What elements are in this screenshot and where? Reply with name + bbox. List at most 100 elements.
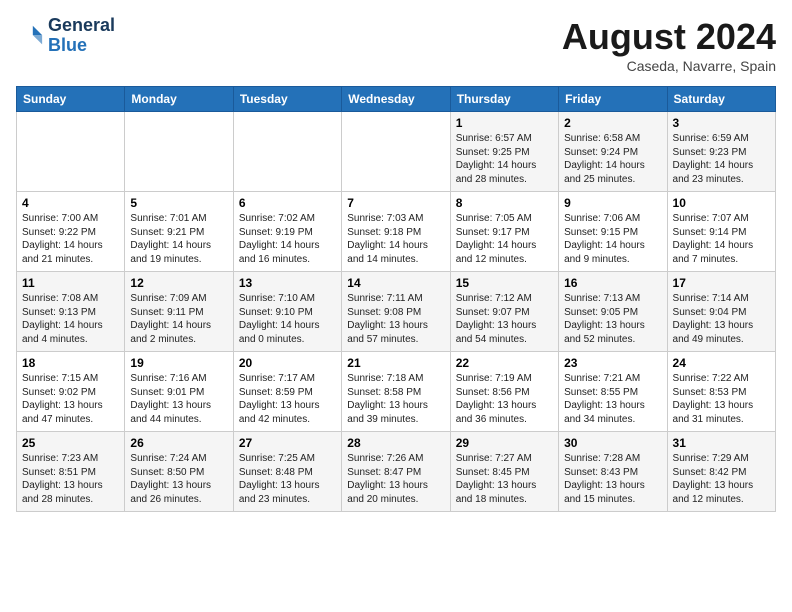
day-number: 9	[564, 196, 661, 210]
day-cell: 4 Sunrise: 7:00 AM Sunset: 9:22 PM Daylig…	[17, 192, 125, 272]
day-cell: 28 Sunrise: 7:26 AM Sunset: 8:47 PM Dayli…	[342, 432, 450, 512]
day-number: 23	[564, 356, 661, 370]
day-number: 6	[239, 196, 336, 210]
day-cell: 8 Sunrise: 7:05 AM Sunset: 9:17 PM Daylig…	[450, 192, 558, 272]
week-row-3: 11Sunrise: 7:08 AM Sunset: 9:13 PM Dayli…	[17, 272, 776, 352]
day-number: 4	[22, 196, 119, 210]
day-info: Sunrise: 7:10 AM Sunset: 9:10 PM Dayligh…	[239, 292, 336, 346]
day-header-sunday: Sunday	[17, 87, 125, 112]
day-cell: 30 Sunrise: 7:28 AM Sunset: 8:43 PM Dayli…	[559, 432, 667, 512]
day-cell: 18 Sunrise: 7:15 AM Sunset: 9:02 PM Dayli…	[17, 352, 125, 432]
day-number: 10	[673, 196, 770, 210]
day-number: 2	[564, 116, 661, 130]
day-info: Sunrise: 7:16 AM Sunset: 9:01 PM Dayligh…	[130, 372, 227, 426]
day-number: 3	[673, 116, 770, 130]
day-info: Sunrise: 6:57 AM Sunset: 9:25 PM Dayligh…	[456, 132, 553, 186]
day-info: Sunrise: 7:28 AM Sunset: 8:43 PM Dayligh…	[564, 452, 661, 506]
day-info: Sunrise: 7:00 AM Sunset: 9:22 PM Dayligh…	[22, 212, 119, 266]
day-info: Sunrise: 7:06 AM Sunset: 9:15 PM Dayligh…	[564, 212, 661, 266]
day-info: Sunrise: 6:59 AM Sunset: 9:23 PM Dayligh…	[673, 132, 770, 186]
location-subtitle: Caseda, Navarre, Spain	[562, 58, 776, 74]
week-row-1: 1 Sunrise: 6:57 AM Sunset: 9:25 PM Daylig…	[17, 112, 776, 192]
day-info: Sunrise: 7:17 AM Sunset: 8:59 PM Dayligh…	[239, 372, 336, 426]
day-info: Sunrise: 6:58 AM Sunset: 9:24 PM Dayligh…	[564, 132, 661, 186]
day-number: 20	[239, 356, 336, 370]
logo-line2: Blue	[48, 36, 115, 56]
day-header-thursday: Thursday	[450, 87, 558, 112]
day-number: 18	[22, 356, 119, 370]
day-number: 13	[239, 276, 336, 290]
week-row-2: 4 Sunrise: 7:00 AM Sunset: 9:22 PM Daylig…	[17, 192, 776, 272]
day-cell: 14Sunrise: 7:11 AM Sunset: 9:08 PM Dayli…	[342, 272, 450, 352]
logo-text: General Blue	[48, 16, 115, 56]
day-cell: 10Sunrise: 7:07 AM Sunset: 9:14 PM Dayli…	[667, 192, 775, 272]
page-header: General Blue August 2024 Caseda, Navarre…	[16, 16, 776, 74]
month-title: August 2024	[562, 16, 776, 58]
day-cell: 7 Sunrise: 7:03 AM Sunset: 9:18 PM Daylig…	[342, 192, 450, 272]
day-number: 22	[456, 356, 553, 370]
week-row-4: 18 Sunrise: 7:15 AM Sunset: 9:02 PM Dayli…	[17, 352, 776, 432]
day-info: Sunrise: 7:14 AM Sunset: 9:04 PM Dayligh…	[673, 292, 770, 346]
day-cell: 23Sunrise: 7:21 AM Sunset: 8:55 PM Dayli…	[559, 352, 667, 432]
day-cell: 22 Sunrise: 7:19 AM Sunset: 8:56 PM Dayli…	[450, 352, 558, 432]
title-block: August 2024 Caseda, Navarre, Spain	[562, 16, 776, 74]
day-number: 28	[347, 436, 444, 450]
day-info: Sunrise: 7:09 AM Sunset: 9:11 PM Dayligh…	[130, 292, 227, 346]
logo-line1: General	[48, 16, 115, 36]
day-number: 7	[347, 196, 444, 210]
day-number: 15	[456, 276, 553, 290]
day-info: Sunrise: 7:12 AM Sunset: 9:07 PM Dayligh…	[456, 292, 553, 346]
day-info: Sunrise: 7:11 AM Sunset: 9:08 PM Dayligh…	[347, 292, 444, 346]
day-header-wednesday: Wednesday	[342, 87, 450, 112]
day-info: Sunrise: 7:19 AM Sunset: 8:56 PM Dayligh…	[456, 372, 553, 426]
day-number: 1	[456, 116, 553, 130]
day-header-friday: Friday	[559, 87, 667, 112]
day-info: Sunrise: 7:02 AM Sunset: 9:19 PM Dayligh…	[239, 212, 336, 266]
day-number: 8	[456, 196, 553, 210]
logo: General Blue	[16, 16, 115, 56]
day-cell: 13 Sunrise: 7:10 AM Sunset: 9:10 PM Dayli…	[233, 272, 341, 352]
day-cell	[17, 112, 125, 192]
day-cell: 27Sunrise: 7:25 AM Sunset: 8:48 PM Dayli…	[233, 432, 341, 512]
day-number: 26	[130, 436, 227, 450]
day-info: Sunrise: 7:01 AM Sunset: 9:21 PM Dayligh…	[130, 212, 227, 266]
day-cell: 16Sunrise: 7:13 AM Sunset: 9:05 PM Dayli…	[559, 272, 667, 352]
day-info: Sunrise: 7:05 AM Sunset: 9:17 PM Dayligh…	[456, 212, 553, 266]
day-cell: 21Sunrise: 7:18 AM Sunset: 8:58 PM Dayli…	[342, 352, 450, 432]
day-header-monday: Monday	[125, 87, 233, 112]
day-info: Sunrise: 7:22 AM Sunset: 8:53 PM Dayligh…	[673, 372, 770, 426]
day-cell	[125, 112, 233, 192]
calendar-table: SundayMondayTuesdayWednesdayThursdayFrid…	[16, 86, 776, 512]
day-number: 17	[673, 276, 770, 290]
day-cell: 17 Sunrise: 7:14 AM Sunset: 9:04 PM Dayli…	[667, 272, 775, 352]
day-info: Sunrise: 7:13 AM Sunset: 9:05 PM Dayligh…	[564, 292, 661, 346]
day-number: 11	[22, 276, 119, 290]
day-info: Sunrise: 7:23 AM Sunset: 8:51 PM Dayligh…	[22, 452, 119, 506]
day-cell: 11Sunrise: 7:08 AM Sunset: 9:13 PM Dayli…	[17, 272, 125, 352]
day-cell: 25 Sunrise: 7:23 AM Sunset: 8:51 PM Dayli…	[17, 432, 125, 512]
day-cell	[233, 112, 341, 192]
day-number: 24	[673, 356, 770, 370]
week-row-5: 25 Sunrise: 7:23 AM Sunset: 8:51 PM Dayli…	[17, 432, 776, 512]
day-cell: 12 Sunrise: 7:09 AM Sunset: 9:11 PM Dayli…	[125, 272, 233, 352]
day-header-tuesday: Tuesday	[233, 87, 341, 112]
day-info: Sunrise: 7:26 AM Sunset: 8:47 PM Dayligh…	[347, 452, 444, 506]
day-number: 27	[239, 436, 336, 450]
day-number: 5	[130, 196, 227, 210]
days-header-row: SundayMondayTuesdayWednesdayThursdayFrid…	[17, 87, 776, 112]
day-cell: 1 Sunrise: 6:57 AM Sunset: 9:25 PM Daylig…	[450, 112, 558, 192]
day-info: Sunrise: 7:15 AM Sunset: 9:02 PM Dayligh…	[22, 372, 119, 426]
day-cell: 29Sunrise: 7:27 AM Sunset: 8:45 PM Dayli…	[450, 432, 558, 512]
day-cell: 6 Sunrise: 7:02 AM Sunset: 9:19 PM Daylig…	[233, 192, 341, 272]
day-number: 31	[673, 436, 770, 450]
day-info: Sunrise: 7:03 AM Sunset: 9:18 PM Dayligh…	[347, 212, 444, 266]
day-number: 19	[130, 356, 227, 370]
day-cell: 3 Sunrise: 6:59 AM Sunset: 9:23 PM Daylig…	[667, 112, 775, 192]
day-number: 12	[130, 276, 227, 290]
day-number: 29	[456, 436, 553, 450]
day-number: 25	[22, 436, 119, 450]
day-info: Sunrise: 7:24 AM Sunset: 8:50 PM Dayligh…	[130, 452, 227, 506]
day-number: 30	[564, 436, 661, 450]
day-cell: 19 Sunrise: 7:16 AM Sunset: 9:01 PM Dayli…	[125, 352, 233, 432]
day-number: 21	[347, 356, 444, 370]
